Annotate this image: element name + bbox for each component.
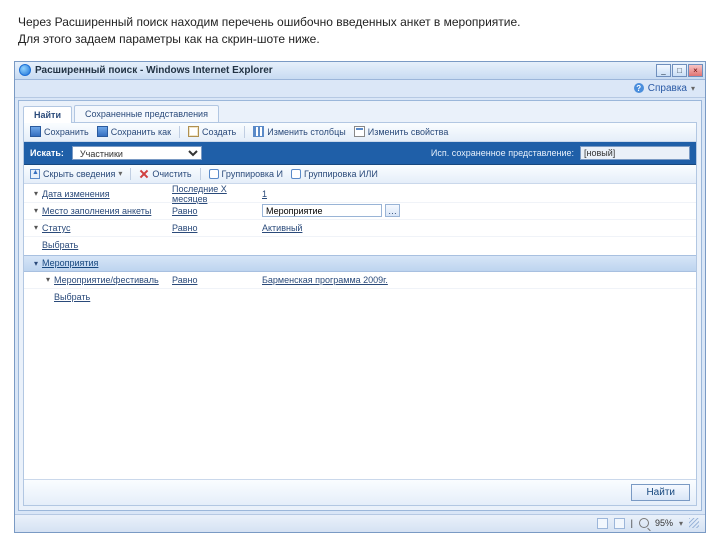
separator [179, 126, 180, 138]
columns-icon [253, 126, 264, 137]
create-button[interactable]: Создать [188, 126, 236, 137]
value-link[interactable]: Барменская программа 2009г. [262, 275, 422, 285]
criteria-area: ▾ Дата изменения Последние X месяцев 1 ▾… [24, 184, 696, 307]
status-sep: | [631, 518, 633, 528]
help-bar: ? Справка ▾ [15, 80, 705, 98]
row-menu-icon[interactable]: ▾ [30, 223, 42, 232]
group-and-icon [209, 169, 219, 179]
group-and-button[interactable]: Группировка И [209, 169, 283, 179]
status-icon [614, 518, 625, 529]
saved-view-field[interactable] [580, 146, 690, 160]
tabs: Найти Сохраненные представления [19, 101, 701, 122]
content-frame: Найти Сохраненные представления Сохранит… [18, 100, 702, 511]
clear-button[interactable]: Очистить [139, 169, 191, 179]
group-title[interactable]: Мероприятия [42, 258, 98, 268]
field-link[interactable]: Мероприятие/фестиваль [54, 275, 172, 285]
lookup-button[interactable]: … [385, 204, 400, 217]
field-link[interactable]: Место заполнения анкеты [42, 206, 172, 216]
row-menu-icon[interactable]: ▾ [30, 189, 42, 198]
help-link[interactable]: Справка [648, 83, 687, 94]
lookup-input[interactable] [262, 204, 382, 217]
collapse-icon [30, 169, 40, 179]
save-as-icon [97, 126, 108, 137]
panel-footer: Найти [24, 479, 696, 505]
resize-grip-icon[interactable] [689, 518, 699, 528]
add-criteria-link[interactable]: Выбрать [54, 292, 90, 302]
search-label: Искать: [30, 148, 64, 158]
titlebar: Расширенный поиск - Windows Internet Exp… [15, 62, 705, 80]
group-or-button[interactable]: Группировка ИЛИ [291, 169, 378, 179]
operator-link[interactable]: Равно [172, 206, 262, 216]
criteria-row: ▾ Место заполнения анкеты Равно … [24, 203, 696, 220]
value-link[interactable]: Активный [262, 223, 422, 233]
save-icon [30, 126, 41, 137]
edit-columns-button[interactable]: Изменить столбцы [253, 126, 345, 137]
group-menu-icon[interactable]: ▾ [30, 259, 42, 268]
field-link[interactable]: Статус [42, 223, 172, 233]
ie-icon [19, 64, 31, 76]
saved-view-label: Исп. сохраненное представление: [431, 148, 574, 158]
status-icon [597, 518, 608, 529]
value-lookup: … [262, 204, 422, 217]
edit-properties-button[interactable]: Изменить свойства [354, 126, 449, 137]
chevron-down-icon: ▾ [691, 84, 695, 93]
save-button[interactable]: Сохранить [30, 126, 89, 137]
instruction-line1: Через Расширенный поиск находим перечень… [18, 14, 706, 31]
help-icon: ? [634, 83, 644, 93]
group-header[interactable]: ▾ Мероприятия [24, 255, 696, 272]
nested-criteria: ▾ Мероприятие/фестиваль Равно Барменская… [24, 272, 696, 307]
separator [130, 168, 131, 180]
zoom-dropdown-icon[interactable]: ▾ [679, 519, 683, 528]
field-link[interactable]: Дата изменения [42, 189, 172, 199]
add-criteria-link[interactable]: Выбрать [42, 240, 78, 250]
save-as-button[interactable]: Сохранить как [97, 126, 171, 137]
separator [244, 126, 245, 138]
status-bar: | 95% ▾ [15, 514, 705, 532]
close-button[interactable]: × [688, 64, 703, 77]
clear-icon [139, 169, 149, 179]
minimize-button[interactable]: _ [656, 64, 671, 77]
toolbar-criteria: Скрыть сведения ▾ Очистить Группировка И… [24, 165, 696, 184]
row-menu-icon[interactable]: ▾ [30, 206, 42, 215]
maximize-button[interactable]: □ [672, 64, 687, 77]
properties-icon [354, 126, 365, 137]
zoom-icon [639, 518, 649, 528]
criteria-row: ▾ Дата изменения Последние X месяцев 1 [24, 186, 696, 203]
browser-window: Расширенный поиск - Windows Internet Exp… [14, 61, 706, 533]
select-row: Выбрать [24, 289, 696, 307]
hide-details-button[interactable]: Скрыть сведения ▾ [30, 169, 122, 179]
search-entity-row: Искать: Участники Исп. сохраненное предс… [24, 142, 696, 165]
operator-link[interactable]: Равно [172, 275, 262, 285]
group-or-icon [291, 169, 301, 179]
window-title: Расширенный поиск - Windows Internet Exp… [35, 65, 273, 76]
value-link[interactable]: 1 [262, 189, 422, 199]
new-icon [188, 126, 199, 137]
find-button[interactable]: Найти [631, 484, 690, 501]
criteria-row: ▾ Статус Равно Активный [24, 220, 696, 237]
entity-select[interactable]: Участники [72, 146, 202, 160]
tab-saved-views[interactable]: Сохраненные представления [74, 105, 219, 122]
toolbar-main: Сохранить Сохранить как Создать Изменить… [24, 123, 696, 142]
blank-area [24, 307, 696, 479]
zoom-level[interactable]: 95% [655, 518, 673, 528]
separator [200, 168, 201, 180]
tab-find[interactable]: Найти [23, 106, 72, 123]
select-row: Выбрать [24, 237, 696, 255]
operator-link[interactable]: Равно [172, 223, 262, 233]
instruction-text: Через Расширенный поиск находим перечень… [0, 0, 720, 57]
criteria-row: ▾ Мероприятие/фестиваль Равно Барменская… [24, 272, 696, 289]
instruction-line2: Для этого задаем параметры как на скрин-… [18, 31, 706, 48]
row-menu-icon[interactable]: ▾ [42, 275, 54, 284]
operator-link[interactable]: Последние X месяцев [172, 184, 262, 204]
search-panel: Сохранить Сохранить как Создать Изменить… [23, 122, 697, 506]
